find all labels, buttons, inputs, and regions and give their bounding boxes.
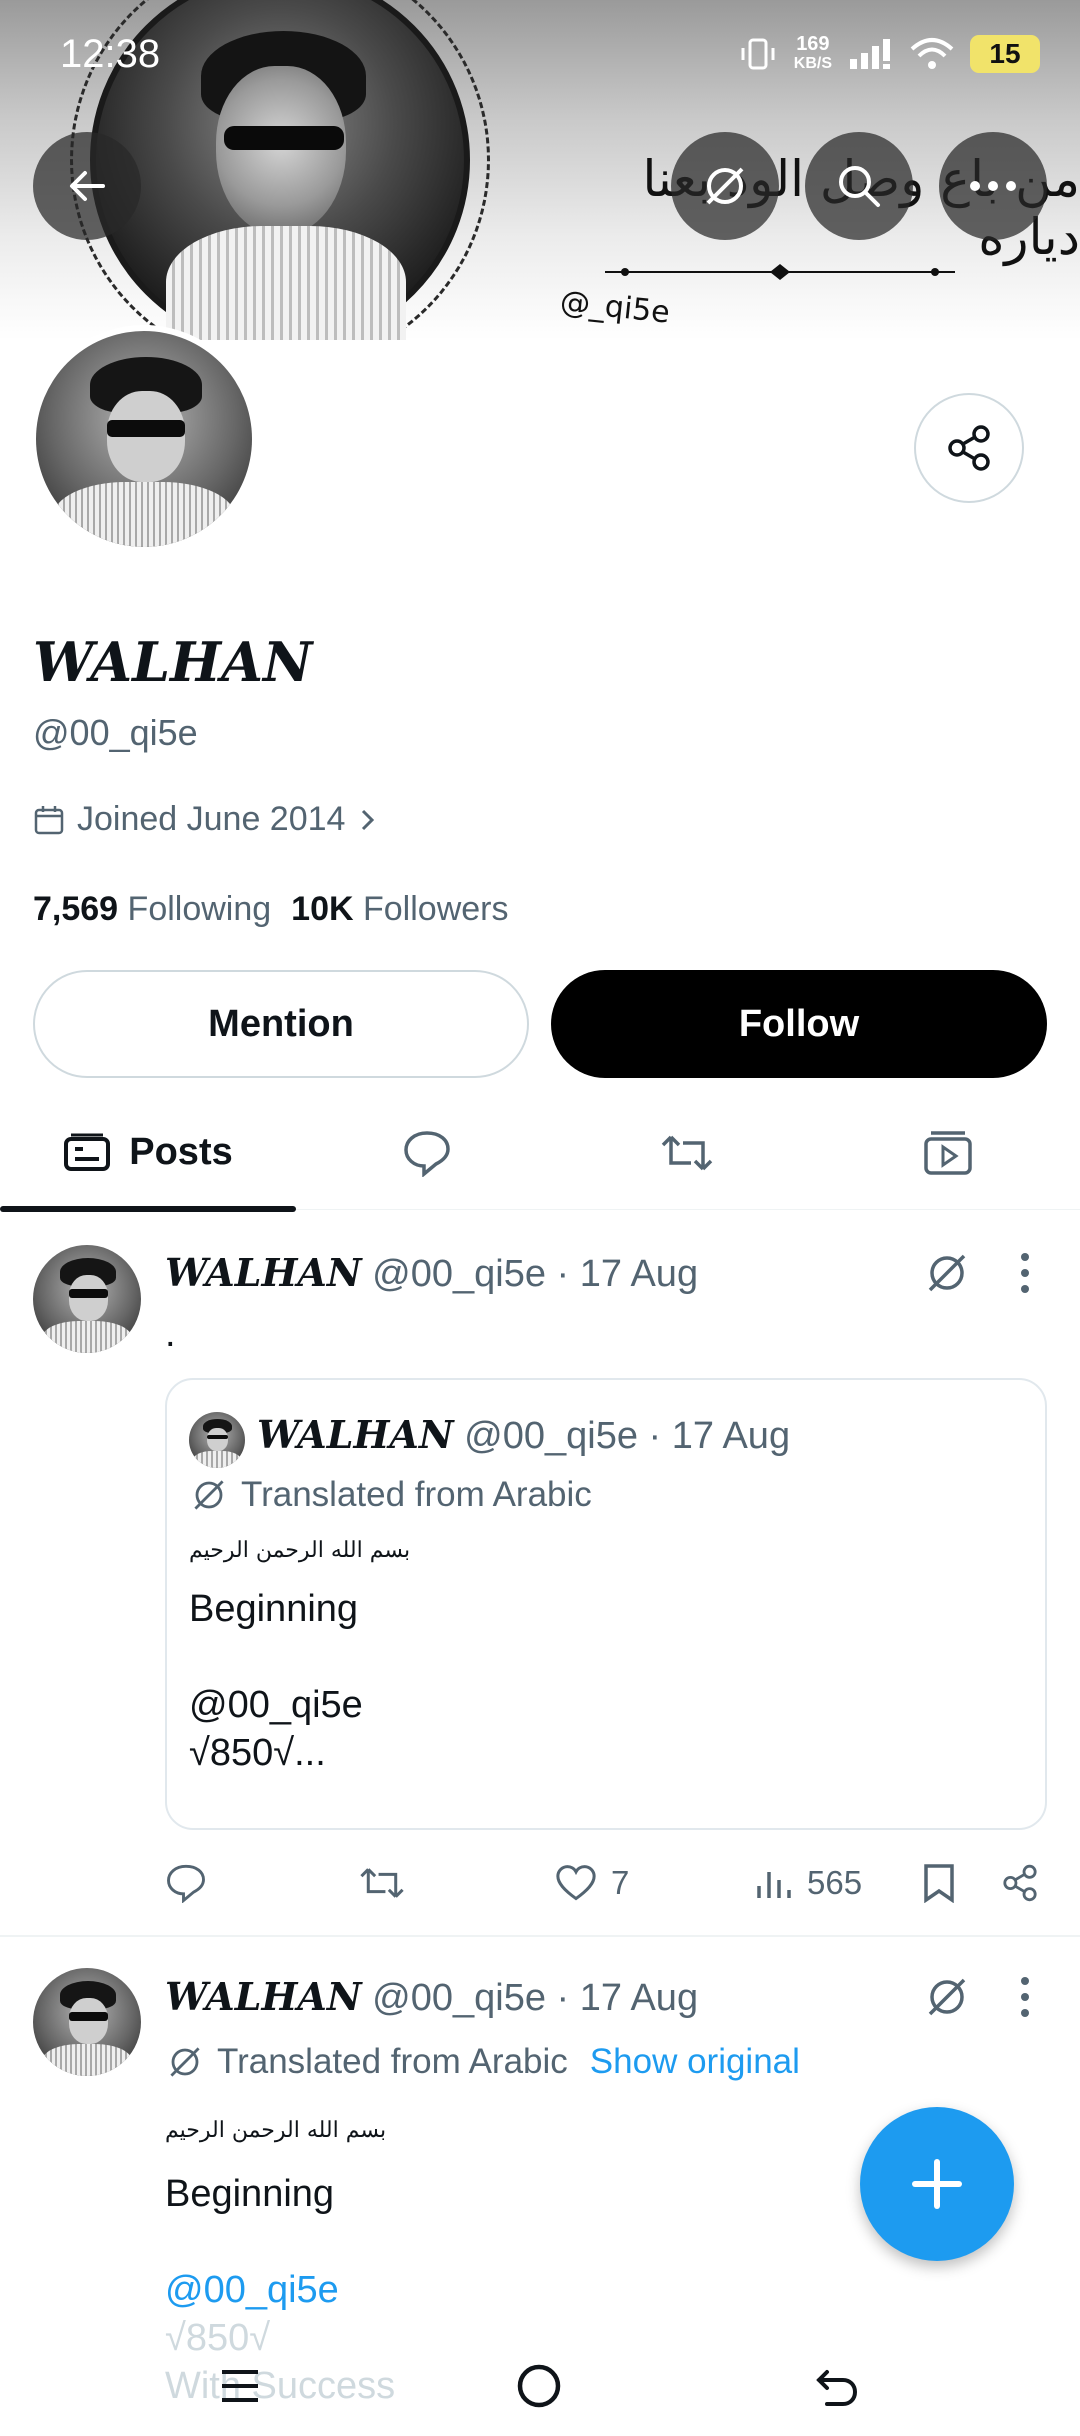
- compose-post-button[interactable]: [860, 2107, 1014, 2261]
- follow-stats: 7,569 Following 10K Followers: [33, 890, 508, 929]
- tab-reposts[interactable]: [632, 1095, 742, 1210]
- battery-indicator: 15: [970, 35, 1040, 73]
- like-button[interactable]: 7: [555, 1855, 629, 1910]
- video-icon: [924, 1130, 972, 1175]
- search-icon: [839, 166, 880, 207]
- system-back-button[interactable]: [807, 2356, 867, 2416]
- profile-tabs: Posts: [0, 1095, 1080, 1212]
- translation-note: Translated from Arabic Show original: [165, 2042, 800, 2082]
- tab-posts-label: Posts: [129, 1131, 233, 1173]
- post-handle-date: @00_qi5e · 17 Aug: [372, 1253, 699, 1295]
- like-count: 7: [611, 1863, 630, 1901]
- more-dots-icon: [970, 181, 1016, 191]
- mention-link[interactable]: @00_qi5e: [165, 2266, 395, 2314]
- quoted-handle-date: @00_qi5e · 17 Aug: [464, 1415, 791, 1457]
- status-bar: 12:38 169 KB/S 15: [0, 0, 1080, 110]
- tab-posts[interactable]: Posts: [0, 1095, 296, 1212]
- wifi-icon: [910, 38, 954, 69]
- post-more-icon[interactable]: [1015, 1248, 1035, 1298]
- basmala-text: بسم الله الرحمن الرحيم: [189, 1538, 411, 1563]
- tab-media[interactable]: [893, 1095, 1003, 1210]
- repost-button[interactable]: [358, 1855, 406, 1910]
- following-link[interactable]: 7,569 Following: [33, 890, 271, 929]
- post-header: WALHAN @00_qi5e · 17 Aug: [165, 1250, 698, 1296]
- chevron-right-icon: [362, 809, 375, 830]
- post-author-name[interactable]: WALHAN: [165, 1974, 362, 2019]
- mention-button[interactable]: Mention: [33, 970, 529, 1078]
- back-curve-icon: [816, 2370, 858, 2406]
- more-options-button[interactable]: [939, 132, 1047, 240]
- quoted-post-header: WALHAN @00_qi5e · 17 Aug: [257, 1412, 790, 1458]
- vibrate-icon: [741, 38, 775, 70]
- followers-link[interactable]: 10K Followers: [291, 890, 508, 929]
- quoted-text: Beginning @00_qi5e √850√...: [189, 1588, 363, 1774]
- share-icon: [1003, 1864, 1037, 1901]
- repost-icon: [360, 1867, 404, 1898]
- post-text: .: [165, 1313, 176, 1355]
- view-count: 565: [807, 1863, 863, 1901]
- banner-handle: @_qi5e: [558, 284, 672, 331]
- reply-icon: [167, 1864, 205, 1903]
- back-arrow-icon: [70, 171, 105, 201]
- home-button[interactable]: [509, 2356, 569, 2416]
- share-post-button[interactable]: [1000, 1855, 1040, 1910]
- plus-icon: [912, 2159, 962, 2209]
- translation-note: Translated from Arabic: [189, 1475, 592, 1515]
- profile-display-name: WALHAN: [33, 630, 313, 694]
- views-button[interactable]: 565: [755, 1855, 862, 1910]
- home-circle-icon: [517, 2364, 561, 2408]
- joined-text: Joined June 2014: [77, 800, 346, 838]
- active-tab-indicator: [0, 1206, 296, 1212]
- banner-flourish: [605, 264, 955, 280]
- calendar-icon: [34, 805, 64, 834]
- signal-icon: [850, 39, 890, 69]
- grok-button[interactable]: [671, 132, 779, 240]
- system-navigation-bar: [0, 2336, 1080, 2436]
- post-header: WALHAN @00_qi5e · 17 Aug: [165, 1974, 698, 2020]
- tab-replies[interactable]: [372, 1095, 482, 1210]
- reply-bubble-icon: [404, 1130, 450, 1177]
- grok-icon: [194, 1480, 224, 1510]
- grok-icon: [170, 2047, 200, 2077]
- network-speed: 169 KB/S: [793, 33, 832, 72]
- share-icon: [948, 425, 990, 471]
- bookmark-icon: [924, 1863, 954, 1903]
- grok-icon: [706, 167, 744, 205]
- basmala-text: بسم الله الرحمن الرحيم: [165, 2118, 387, 2143]
- heart-icon: [556, 1864, 596, 1900]
- menu-lines-icon: [222, 2370, 258, 2402]
- follow-button[interactable]: Follow: [551, 970, 1047, 1078]
- share-profile-button[interactable]: [914, 393, 1024, 503]
- show-original-link[interactable]: Show original: [590, 2042, 800, 2082]
- bookmark-button[interactable]: [922, 1855, 956, 1910]
- post-more-icon[interactable]: [1015, 1972, 1035, 2022]
- back-button[interactable]: [33, 132, 141, 240]
- post-divider: [0, 1935, 1080, 1937]
- post-handle-date: @00_qi5e · 17 Aug: [372, 1977, 699, 2019]
- quoted-post[interactable]: WALHAN @00_qi5e · 17 Aug Translated from…: [165, 1378, 1047, 1830]
- profile-handle: @00_qi5e: [33, 712, 198, 753]
- profile-avatar[interactable]: [30, 325, 258, 553]
- grok-icon[interactable]: [922, 1972, 972, 2022]
- post-author-avatar[interactable]: [33, 1968, 141, 2076]
- status-time: 12:38: [60, 32, 161, 76]
- search-button[interactable]: [805, 132, 913, 240]
- reply-button[interactable]: [165, 1855, 207, 1910]
- post-author-name[interactable]: WALHAN: [165, 1250, 362, 1295]
- status-icons: 169 KB/S 15: [738, 34, 1040, 74]
- quoted-author-name: WALHAN: [257, 1412, 454, 1457]
- views-icon: [757, 1871, 791, 1898]
- quoted-author-avatar: [189, 1412, 245, 1468]
- posts-icon: [64, 1133, 111, 1171]
- post-author-avatar[interactable]: [33, 1245, 141, 1353]
- repost-icon: [661, 1135, 713, 1170]
- grok-icon[interactable]: [922, 1248, 972, 1298]
- post-actions: 7 565: [165, 1855, 1047, 1910]
- joined-date[interactable]: Joined June 2014: [33, 800, 379, 839]
- recent-apps-button[interactable]: [210, 2356, 270, 2416]
